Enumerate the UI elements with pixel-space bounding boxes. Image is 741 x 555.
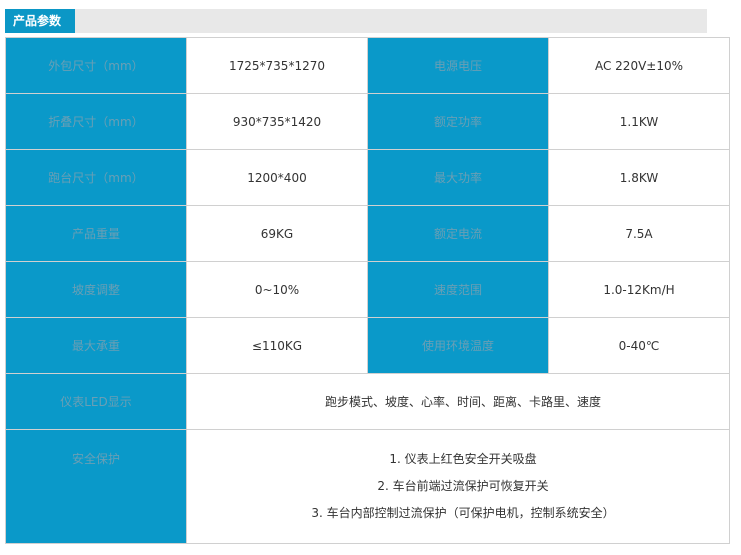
display-value: 跑步模式、坡度、心率、时间、距离、卡路里、速度	[186, 373, 730, 430]
table-row: 跑台尺寸（mm） 1200*400 最大功率 1.8KW	[5, 149, 730, 206]
param-label: 跑台尺寸（mm）	[5, 149, 187, 206]
param-label: 最大功率	[367, 149, 549, 206]
table-row: 安全保护 1. 仪表上红色安全开关吸盘 2. 车台前端过流保护可恢复开关 3. …	[5, 429, 730, 544]
param-value: 930*735*1420	[186, 93, 368, 150]
safety-item: 2. 车台前端过流保护可恢复开关	[377, 479, 549, 493]
safety-list: 1. 仪表上红色安全开关吸盘 2. 车台前端过流保护可恢复开关 3. 车台内部控…	[186, 429, 730, 544]
param-label: 使用环境温度	[367, 317, 549, 374]
table-row: 折叠尺寸（mm） 930*735*1420 额定功率 1.1KW	[5, 93, 730, 150]
param-value: 1.1KW	[548, 93, 730, 150]
safety-label: 安全保护	[5, 429, 187, 544]
product-params-table: 外包尺寸（mm） 1725*735*1270 电源电压 AC 220V±10% …	[5, 37, 730, 544]
param-value: 1200*400	[186, 149, 368, 206]
param-label: 速度范围	[367, 261, 549, 318]
param-value: 0~10%	[186, 261, 368, 318]
table-row: 坡度调整 0~10% 速度范围 1.0-12Km/H	[5, 261, 730, 318]
param-value: 1725*735*1270	[186, 37, 368, 94]
param-label: 外包尺寸（mm）	[5, 37, 187, 94]
param-value: 69KG	[186, 205, 368, 262]
section-title: 产品参数	[5, 9, 75, 33]
param-label: 产品重量	[5, 205, 187, 262]
param-value: AC 220V±10%	[548, 37, 730, 94]
param-label: 坡度调整	[5, 261, 187, 318]
section-header: 产品参数	[5, 9, 707, 33]
param-value: 1.8KW	[548, 149, 730, 206]
param-value: 1.0-12Km/H	[548, 261, 730, 318]
table-row: 产品重量 69KG 额定电流 7.5A	[5, 205, 730, 262]
param-label: 电源电压	[367, 37, 549, 94]
param-label: 折叠尺寸（mm）	[5, 93, 187, 150]
param-value: 7.5A	[548, 205, 730, 262]
param-label: 额定电流	[367, 205, 549, 262]
param-value: ≤110KG	[186, 317, 368, 374]
safety-item: 3. 车台内部控制过流保护（可保护电机，控制系统安全）	[311, 506, 615, 520]
param-label: 额定功率	[367, 93, 549, 150]
param-value: 0-40℃	[548, 317, 730, 374]
param-label: 最大承重	[5, 317, 187, 374]
table-row: 最大承重 ≤110KG 使用环境温度 0-40℃	[5, 317, 730, 374]
table-row: 仪表LED显示 跑步模式、坡度、心率、时间、距离、卡路里、速度	[5, 373, 730, 430]
table-row: 外包尺寸（mm） 1725*735*1270 电源电压 AC 220V±10%	[5, 37, 730, 94]
display-label: 仪表LED显示	[5, 373, 187, 430]
safety-item: 1. 仪表上红色安全开关吸盘	[389, 452, 537, 466]
